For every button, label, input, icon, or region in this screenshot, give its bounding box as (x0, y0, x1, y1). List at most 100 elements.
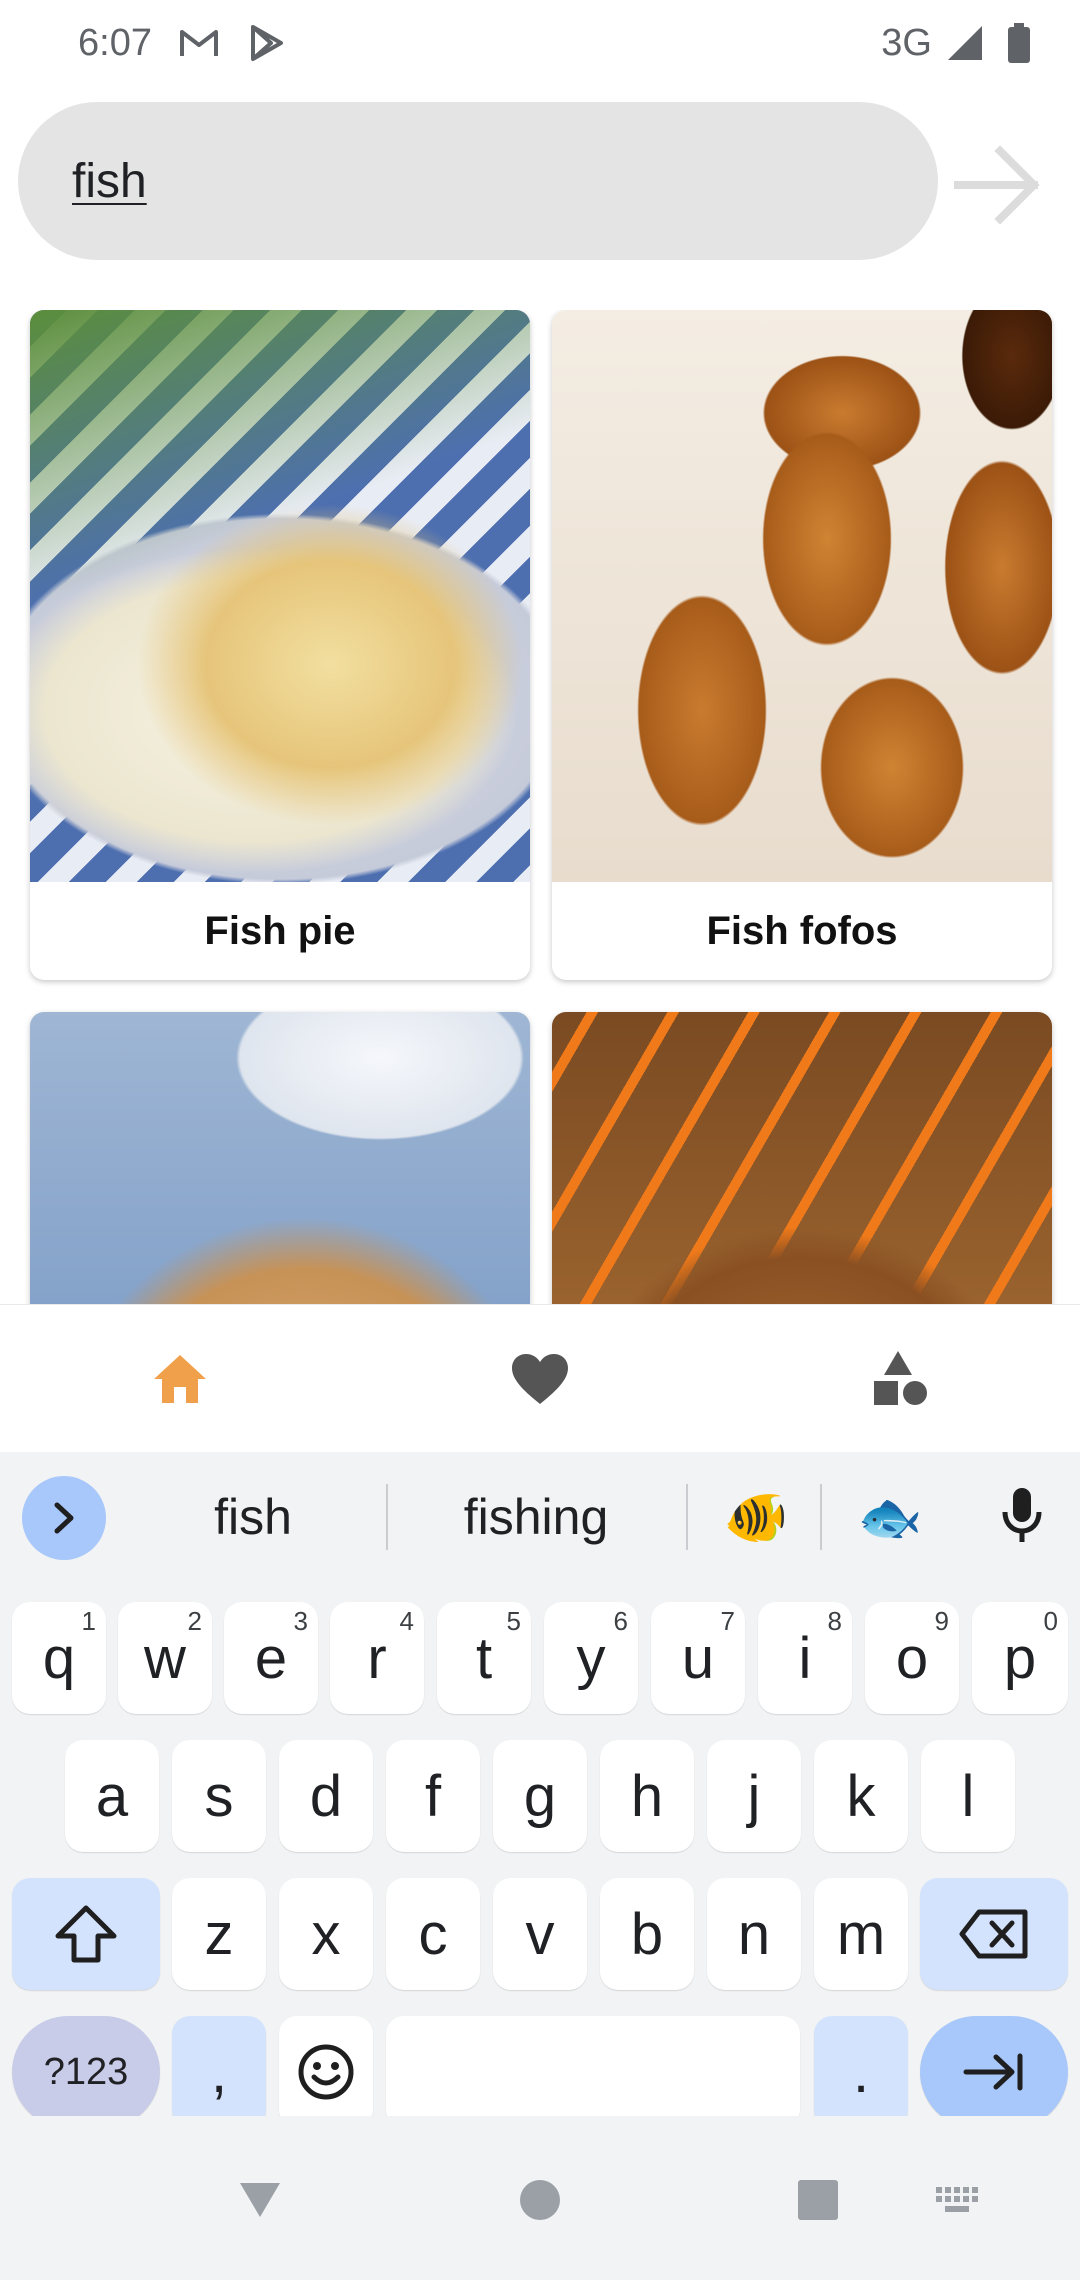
search-query: fish (72, 154, 147, 208)
key-l[interactable]: l (921, 1740, 1015, 1852)
key-a[interactable]: a (65, 1740, 159, 1852)
emoji-suggestion[interactable]: 🐠 (696, 1452, 816, 1582)
key-hint: 7 (720, 1606, 735, 1636)
comma-key[interactable]: , (172, 2016, 266, 2128)
key-o[interactable]: o9 (865, 1602, 959, 1714)
key-x[interactable]: x (279, 1878, 373, 1990)
key-hint: 4 (399, 1606, 414, 1636)
microphone-icon (1002, 1488, 1042, 1542)
key-label: t (475, 1625, 493, 1691)
key-label: y (576, 1625, 606, 1691)
smiley-icon (298, 2044, 354, 2100)
key-b[interactable]: b (600, 1878, 694, 1990)
key-f[interactable]: f (386, 1740, 480, 1852)
key-m[interactable]: m (814, 1878, 908, 1990)
key-c[interactable]: c (386, 1878, 480, 1990)
recipe-title: Fish pie (204, 908, 356, 953)
key-label: q (42, 1625, 76, 1691)
expand-toolbar-button[interactable] (22, 1476, 106, 1560)
fish-bake-photo (30, 1012, 530, 1304)
nav-categories[interactable] (720, 1305, 1080, 1452)
shift-key[interactable] (12, 1878, 160, 1990)
recipe-card[interactable] (552, 1012, 1052, 1304)
clock: 6:07 (78, 21, 152, 64)
nav-home[interactable] (0, 1305, 360, 1452)
key-z[interactable]: z (172, 1878, 266, 1990)
home-circle-icon (520, 2180, 560, 2220)
symbols-key[interactable]: ?123 (12, 2016, 160, 2128)
key-hint: 2 (187, 1606, 202, 1636)
keyboard-switch-button[interactable] (926, 2168, 990, 2232)
key-h[interactable]: h (600, 1740, 694, 1852)
network-type: 3G (881, 21, 932, 64)
backspace-key[interactable] (920, 1878, 1068, 1990)
back-triangle-icon (240, 2183, 280, 2217)
key-label: u (681, 1625, 715, 1691)
recents-button[interactable] (786, 2168, 850, 2232)
recipe-card[interactable]: Fish pie (30, 310, 530, 980)
fish-pie-photo (30, 310, 530, 882)
key-hint: 1 (81, 1606, 96, 1636)
key-label: e (254, 1625, 288, 1691)
key-r[interactable]: r4 (330, 1602, 424, 1714)
bottom-navigation (0, 1304, 1080, 1452)
key-j[interactable]: j (707, 1740, 801, 1852)
keyboard-icon (936, 2187, 978, 2212)
suggestion-word[interactable]: fish (130, 1452, 376, 1582)
home-button[interactable] (508, 2168, 572, 2232)
fish-fofos-photo (552, 310, 1052, 882)
key-hint: 8 (827, 1606, 842, 1636)
suggestion-divider (820, 1484, 822, 1550)
emoji-suggestion[interactable]: 🐟 (830, 1452, 950, 1582)
key-d[interactable]: d (279, 1740, 373, 1852)
key-i[interactable]: i8 (758, 1602, 852, 1714)
emoji-key[interactable] (279, 2016, 373, 2128)
key-n[interactable]: n (707, 1878, 801, 1990)
recipe-results-grid: Fish pie Fish fofos (0, 310, 1080, 1304)
tab-next-icon (963, 2053, 1023, 2091)
key-s[interactable]: s (172, 1740, 266, 1852)
categories-icon (874, 1350, 927, 1405)
key-w[interactable]: w2 (118, 1602, 212, 1714)
key-g[interactable]: g (493, 1740, 587, 1852)
suggestion-strip: fish fishing 🐠 🐟 (0, 1452, 1080, 1582)
battery-icon (998, 22, 1040, 64)
key-p[interactable]: p0 (972, 1602, 1068, 1714)
enter-key[interactable] (920, 2016, 1068, 2128)
search-submit-button[interactable] (950, 138, 1044, 232)
arrow-right-icon (954, 145, 1040, 225)
key-label: i (798, 1625, 812, 1691)
fish-curry-photo (552, 1012, 1052, 1304)
period-key[interactable]: . (814, 2016, 908, 2128)
search-input[interactable]: fish (18, 102, 938, 260)
key-hint: 3 (293, 1606, 308, 1636)
key-u[interactable]: u7 (651, 1602, 745, 1714)
key-label: w (144, 1625, 186, 1691)
recents-square-icon (798, 2180, 838, 2220)
status-bar: 6:07 3G (0, 0, 1080, 86)
key-y[interactable]: y6 (544, 1602, 638, 1714)
search-bar: fish (0, 98, 1080, 264)
space-key[interactable] (386, 2016, 800, 2128)
recipe-card[interactable] (30, 1012, 530, 1304)
key-v[interactable]: v (493, 1878, 587, 1990)
suggestion-divider (686, 1484, 688, 1550)
key-e[interactable]: e3 (224, 1602, 318, 1714)
key-q[interactable]: q1 (12, 1602, 106, 1714)
recipe-card[interactable]: Fish fofos (552, 310, 1052, 980)
back-button[interactable] (228, 2168, 292, 2232)
nav-favorites[interactable] (360, 1305, 720, 1452)
voice-input-button[interactable] (980, 1474, 1064, 1558)
home-icon (154, 1354, 206, 1403)
suggestion-word[interactable]: fishing (396, 1452, 676, 1582)
key-t[interactable]: t5 (437, 1602, 531, 1714)
key-k[interactable]: k (814, 1740, 908, 1852)
suggestion-divider (386, 1484, 388, 1550)
recipe-title: Fish fofos (706, 908, 898, 953)
key-hint: 6 (613, 1606, 628, 1636)
key-label: o (895, 1625, 929, 1691)
shift-icon (55, 1905, 117, 1963)
key-label: r (367, 1625, 387, 1691)
signal-icon (944, 22, 986, 64)
gmail-icon (178, 22, 220, 64)
